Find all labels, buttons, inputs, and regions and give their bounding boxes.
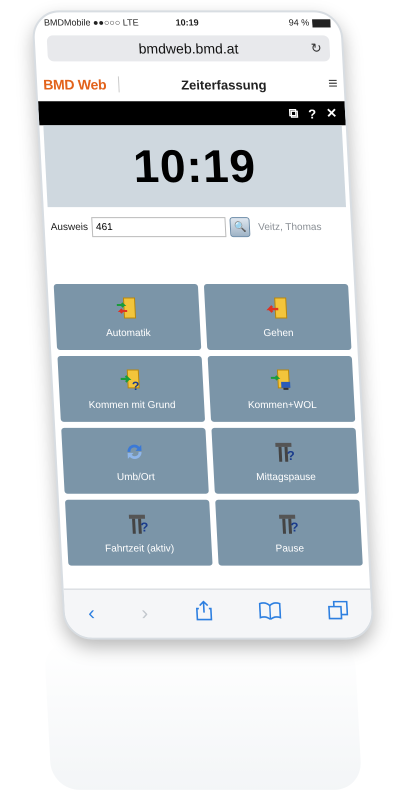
url-text: bmdweb.bmd.at: [138, 40, 239, 57]
bmd-logo[interactable]: BMD Web: [42, 76, 120, 93]
page-title: Zeiterfassung: [180, 76, 267, 92]
pause-question-icon: ?: [276, 511, 301, 535]
tile-kommen-mit-grund[interactable]: ? Kommen mit Grund: [57, 355, 206, 422]
tile-label: Kommen+WOL: [247, 399, 317, 411]
swap-arrows-icon: [122, 439, 147, 463]
door-arrow-out-icon: [265, 296, 290, 320]
tabs-icon[interactable]: [327, 600, 348, 627]
battery-icon: [312, 19, 331, 28]
pause-question-icon: ?: [272, 439, 297, 463]
app-header: BMD Web Zeiterfassung ≡: [36, 67, 344, 101]
battery-percent: 94 %: [288, 17, 310, 28]
svg-text:?: ?: [287, 447, 296, 462]
battery-indicator: 94 %: [235, 17, 331, 27]
action-tile-grid: Automatik Gehen ? Kommen mit Grund Komme…: [53, 284, 363, 566]
tile-pause[interactable]: ? Pause: [215, 499, 363, 566]
tile-label: Gehen: [263, 327, 294, 339]
tile-mittagspause[interactable]: ? Mittagspause: [211, 427, 360, 494]
tile-label: Automatik: [105, 327, 151, 339]
bookmarks-icon[interactable]: [259, 602, 282, 626]
door-arrow-in-out-icon: [114, 296, 139, 320]
tile-fahrtzeit[interactable]: ? Fahrtzeit (aktiv): [64, 499, 213, 566]
tile-label: Umb/Ort: [116, 471, 156, 483]
forward-icon[interactable]: ›: [141, 602, 149, 625]
svg-text:?: ?: [290, 519, 299, 534]
device-reflection: [43, 640, 363, 790]
browser-toolbar: ‹ ›: [63, 588, 373, 638]
user-name: Veitz, Thomas: [257, 221, 322, 233]
door-arrow-question-icon: ?: [118, 367, 143, 391]
tile-gehen[interactable]: Gehen: [203, 284, 352, 350]
phone-device: BMDMobile ●●○○○ LTE 10:19 94 % bmdweb.bm…: [31, 10, 375, 640]
tile-label: Fahrtzeit (aktiv): [104, 543, 175, 555]
ausweis-label: Ausweis: [50, 221, 89, 233]
door-computer-icon: [268, 367, 293, 391]
tile-kommen-wol[interactable]: Kommen+WOL: [207, 355, 356, 422]
tile-label: Kommen mit Grund: [88, 399, 176, 411]
share-icon[interactable]: [194, 600, 213, 627]
svg-text:?: ?: [140, 519, 149, 534]
stage: BMDMobile ●●○○○ LTE 10:19 94 % bmdweb.bm…: [0, 0, 417, 791]
tile-umb-ort[interactable]: Umb/Ort: [61, 427, 209, 494]
back-icon[interactable]: ‹: [88, 602, 96, 625]
clock-time: 10:19: [131, 140, 258, 193]
hamburger-menu-icon[interactable]: ≡: [328, 75, 338, 93]
status-time: 10:19: [175, 17, 199, 28]
carrier-label: BMDMobile ●●○○○ LTE: [43, 17, 139, 28]
help-icon[interactable]: ?: [308, 106, 317, 121]
close-icon[interactable]: ✕: [326, 105, 338, 121]
svg-text:?: ?: [132, 378, 140, 391]
phone-screen: BMDMobile ●●○○○ LTE 10:19 94 % bmdweb.bm…: [31, 10, 375, 640]
ausweis-row: Ausweis 🔍 Veitz, Thomas: [44, 217, 351, 238]
copy-icon[interactable]: ⧉: [288, 105, 298, 121]
top-toolbar: ⧉ ? ✕: [38, 101, 346, 126]
clock-panel: 10:19: [43, 125, 347, 208]
pause-question-icon: ?: [126, 511, 151, 535]
tile-automatik[interactable]: Automatik: [53, 284, 202, 350]
reload-icon[interactable]: ↻: [310, 40, 322, 56]
status-bar: BMDMobile ●●○○○ LTE 10:19 94 %: [33, 12, 340, 32]
search-icon[interactable]: 🔍: [229, 217, 251, 238]
tile-label: Pause: [275, 543, 305, 555]
tile-label: Mittagspause: [255, 471, 317, 483]
url-bar[interactable]: bmdweb.bmd.at ↻: [46, 35, 331, 62]
ausweis-input[interactable]: [91, 217, 227, 238]
